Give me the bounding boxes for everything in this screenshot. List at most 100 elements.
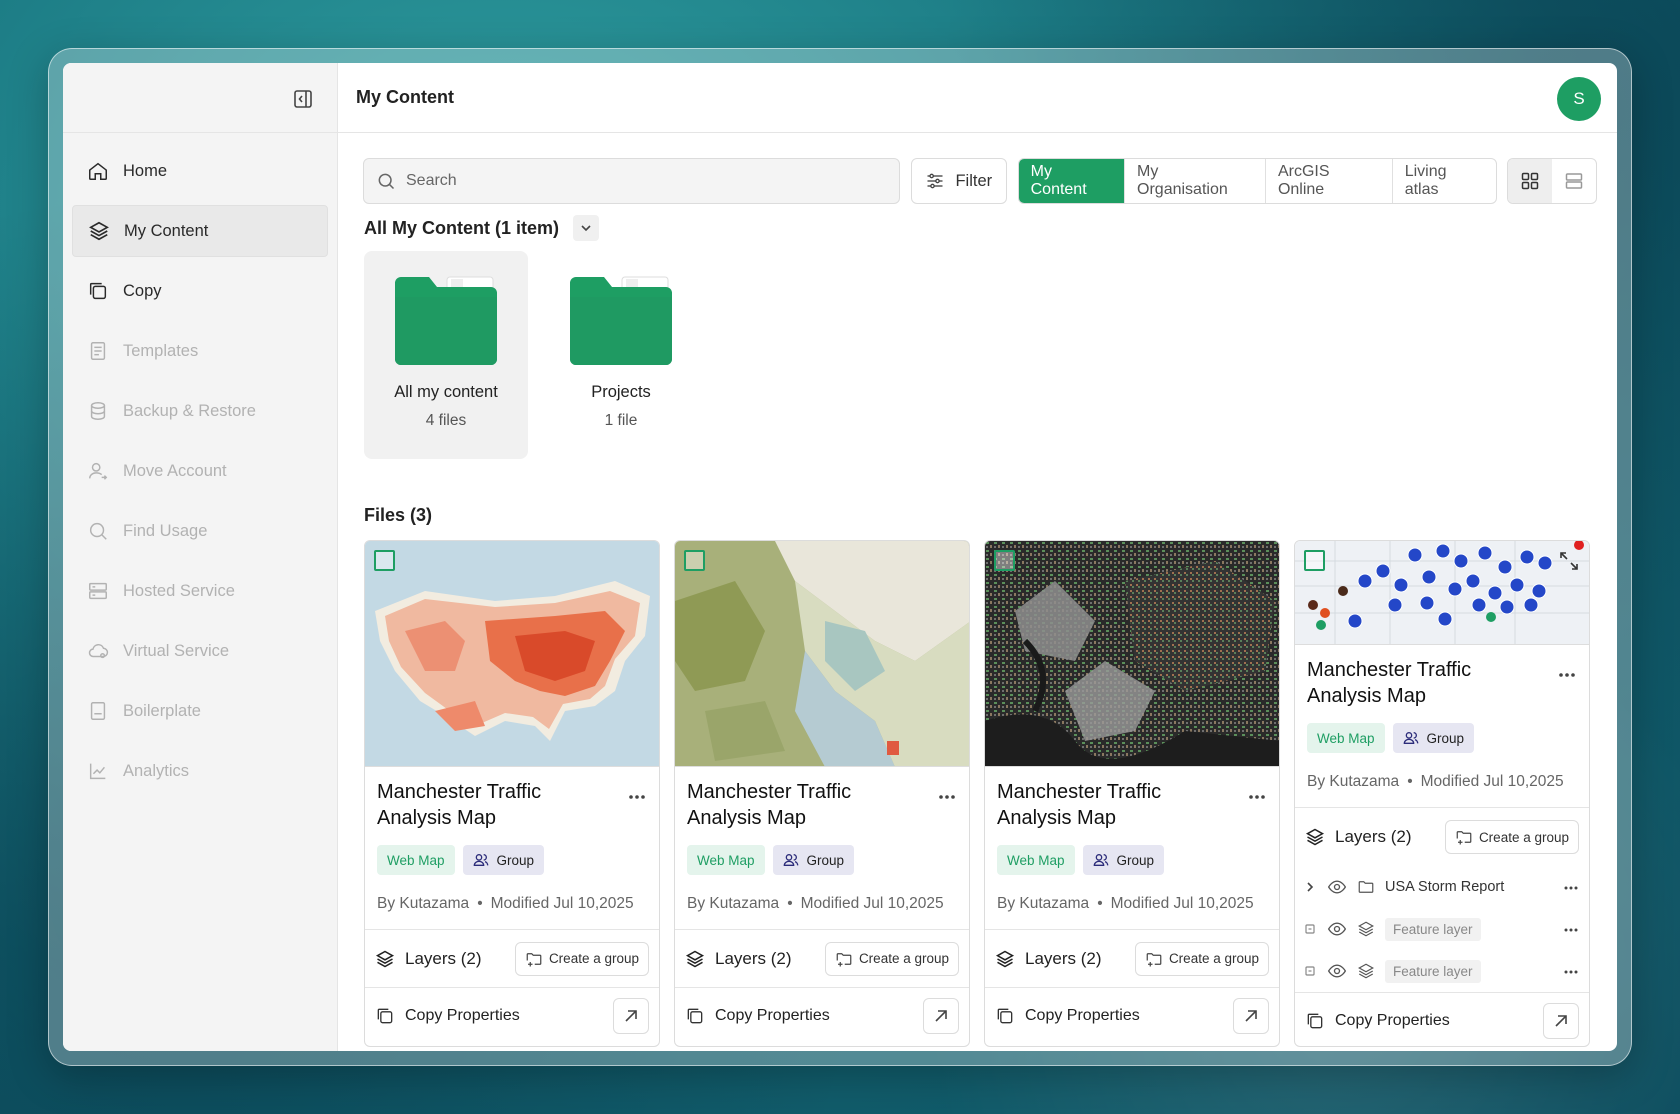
more-options-icon[interactable] [1563, 921, 1579, 937]
card-modified: Modified Jul 10,2025 [1420, 773, 1564, 790]
sidebar-item-virtual-service[interactable]: Virtual Service [72, 625, 328, 677]
sidebar-item-hosted-service[interactable]: Hosted Service [72, 565, 328, 617]
more-options-icon[interactable] [1557, 665, 1577, 677]
sidebar: Home My Content Copy Templates Backup & … [63, 63, 338, 1051]
card-meta: By Kutazama • Modified Jul 10,2025 [985, 895, 1279, 930]
search-placeholder: Search [406, 172, 457, 189]
card-author: By Kutazama [687, 895, 780, 912]
create-group-button[interactable]: Create a group [824, 941, 959, 976]
layer-name: Feature layer [1385, 959, 1481, 983]
separator-dot: • [1097, 895, 1103, 912]
file-card-list: Manchester Traffic Analysis Map Web Map … [364, 540, 1590, 1047]
chevron-down-icon[interactable] [573, 215, 600, 241]
card-title: Manchester Traffic Analysis Map [377, 781, 542, 829]
file-card[interactable]: Manchester Traffic Analysis Map Web Map … [1294, 540, 1590, 1047]
layer-tree-row[interactable]: Feature layer [1295, 950, 1589, 992]
tag-web-map: Web Map [997, 845, 1075, 875]
select-checkbox[interactable] [374, 550, 395, 571]
sidebar-item-copy[interactable]: Copy [72, 265, 328, 317]
map-thumbnail [985, 541, 1279, 767]
expand-icon[interactable] [1557, 549, 1581, 573]
tag-group-label: Group [1426, 730, 1465, 746]
more-options-icon[interactable] [627, 787, 647, 799]
more-options-icon[interactable] [1563, 963, 1579, 979]
card-meta: By Kutazama • Modified Jul 10,2025 [365, 895, 659, 930]
layers-icon [685, 950, 705, 967]
sidebar-item-find-usage[interactable]: Find Usage [72, 505, 328, 557]
more-options-icon[interactable] [937, 787, 957, 799]
eye-icon[interactable] [1327, 919, 1347, 939]
sidebar-item-analytics[interactable]: Analytics [72, 745, 328, 797]
copy-properties-label: Copy Properties [715, 1007, 830, 1024]
scope-my-organisation[interactable]: My Organisation [1125, 159, 1266, 203]
sidebar-item-label: Copy [123, 281, 162, 300]
layers-row: Layers (2) Create a group [365, 930, 659, 988]
scope-my-content[interactable]: My Content [1018, 159, 1126, 203]
select-checkbox[interactable] [684, 550, 705, 571]
chevron-right-icon[interactable] [1303, 880, 1317, 894]
arrow-up-right-icon [935, 1010, 947, 1022]
file-card[interactable]: Manchester Traffic Analysis Map Web Map … [364, 540, 660, 1047]
select-checkbox[interactable] [994, 550, 1015, 571]
open-arrow-button[interactable] [1543, 1003, 1579, 1039]
document-icon [87, 340, 109, 362]
more-options-icon[interactable] [1247, 787, 1267, 799]
filter-icon [927, 173, 943, 189]
avatar-initial: S [1573, 89, 1585, 108]
select-checkbox[interactable] [1304, 550, 1325, 571]
tag-group-label: Group [806, 852, 845, 868]
avatar[interactable]: S [1557, 77, 1601, 121]
create-group-button[interactable]: Create a group [1444, 820, 1579, 854]
sidebar-item-home[interactable]: Home [72, 145, 328, 197]
card-author: By Kutazama [1307, 773, 1400, 790]
copy-icon [87, 280, 109, 302]
eye-icon[interactable] [1327, 877, 1347, 897]
create-group-button[interactable]: Create a group [1134, 941, 1269, 976]
copy-icon [997, 1008, 1013, 1024]
layer-tree-row[interactable]: USA Storm Report [1295, 866, 1589, 908]
tag-group: Group [1392, 723, 1475, 753]
list-view-button[interactable] [1552, 159, 1596, 203]
more-options-icon[interactable] [1563, 879, 1579, 895]
scope-living-atlas[interactable]: Living atlas [1393, 159, 1497, 203]
layers-row: Layers (2) Create a group [675, 930, 969, 988]
group-icon [1403, 732, 1418, 744]
tag-list: Web Map Group [377, 845, 647, 875]
card-meta: By Kutazama • Modified Jul 10,2025 [1295, 773, 1589, 808]
scope-arcgis-online[interactable]: ArcGIS Online [1266, 159, 1393, 203]
sidebar-item-move-account[interactable]: Move Account [72, 445, 328, 497]
layer-tree-row[interactable]: Feature layer [1295, 908, 1589, 950]
filter-button[interactable]: Filter [910, 158, 1007, 204]
copy-properties-label: Copy Properties [1025, 1007, 1140, 1024]
grid-view-button[interactable] [1508, 159, 1553, 203]
folder-all-my-content[interactable]: All my content 4 files [364, 251, 528, 459]
file-card[interactable]: Manchester Traffic Analysis Map Web Map … [674, 540, 970, 1047]
sidebar-item-boilerplate[interactable]: Boilerplate [72, 685, 328, 737]
search-input[interactable]: Search [363, 158, 900, 204]
collapse-sidebar-icon[interactable] [293, 89, 313, 109]
open-arrow-button[interactable] [923, 998, 959, 1034]
sidebar-item-my-content[interactable]: My Content [72, 205, 328, 257]
layers-label: Layers (2) [1335, 827, 1412, 846]
copy-properties-label: Copy Properties [1335, 1012, 1450, 1029]
layers-icon [1357, 920, 1375, 938]
folder-plus-icon [1456, 831, 1472, 845]
layer-tree: USA Storm Report Feature layer Feature l… [1295, 866, 1589, 993]
copy-row: Copy Properties [985, 988, 1279, 1044]
create-group-label: Create a group [548, 951, 639, 966]
tag-web-map: Web Map [1307, 723, 1385, 753]
create-group-button[interactable]: Create a group [514, 941, 649, 976]
sidebar-item-label: Hosted Service [123, 581, 235, 600]
file-card[interactable]: Manchester Traffic Analysis Map Web Map … [984, 540, 1280, 1047]
arrow-up-right-icon [1555, 1015, 1567, 1027]
sidebar-item-backup-restore[interactable]: Backup & Restore [72, 385, 328, 437]
card-body: Manchester Traffic Analysis Map Web Map … [1295, 645, 1589, 808]
eye-icon[interactable] [1327, 961, 1347, 981]
sidebar-item-templates[interactable]: Templates [72, 325, 328, 377]
open-arrow-button[interactable] [613, 998, 649, 1034]
folder-projects[interactable]: Projects 1 file [539, 251, 703, 459]
page-title: My Content [356, 87, 454, 107]
home-icon [87, 160, 109, 182]
card-modified: Modified Jul 10,2025 [1110, 895, 1254, 912]
open-arrow-button[interactable] [1233, 998, 1269, 1034]
